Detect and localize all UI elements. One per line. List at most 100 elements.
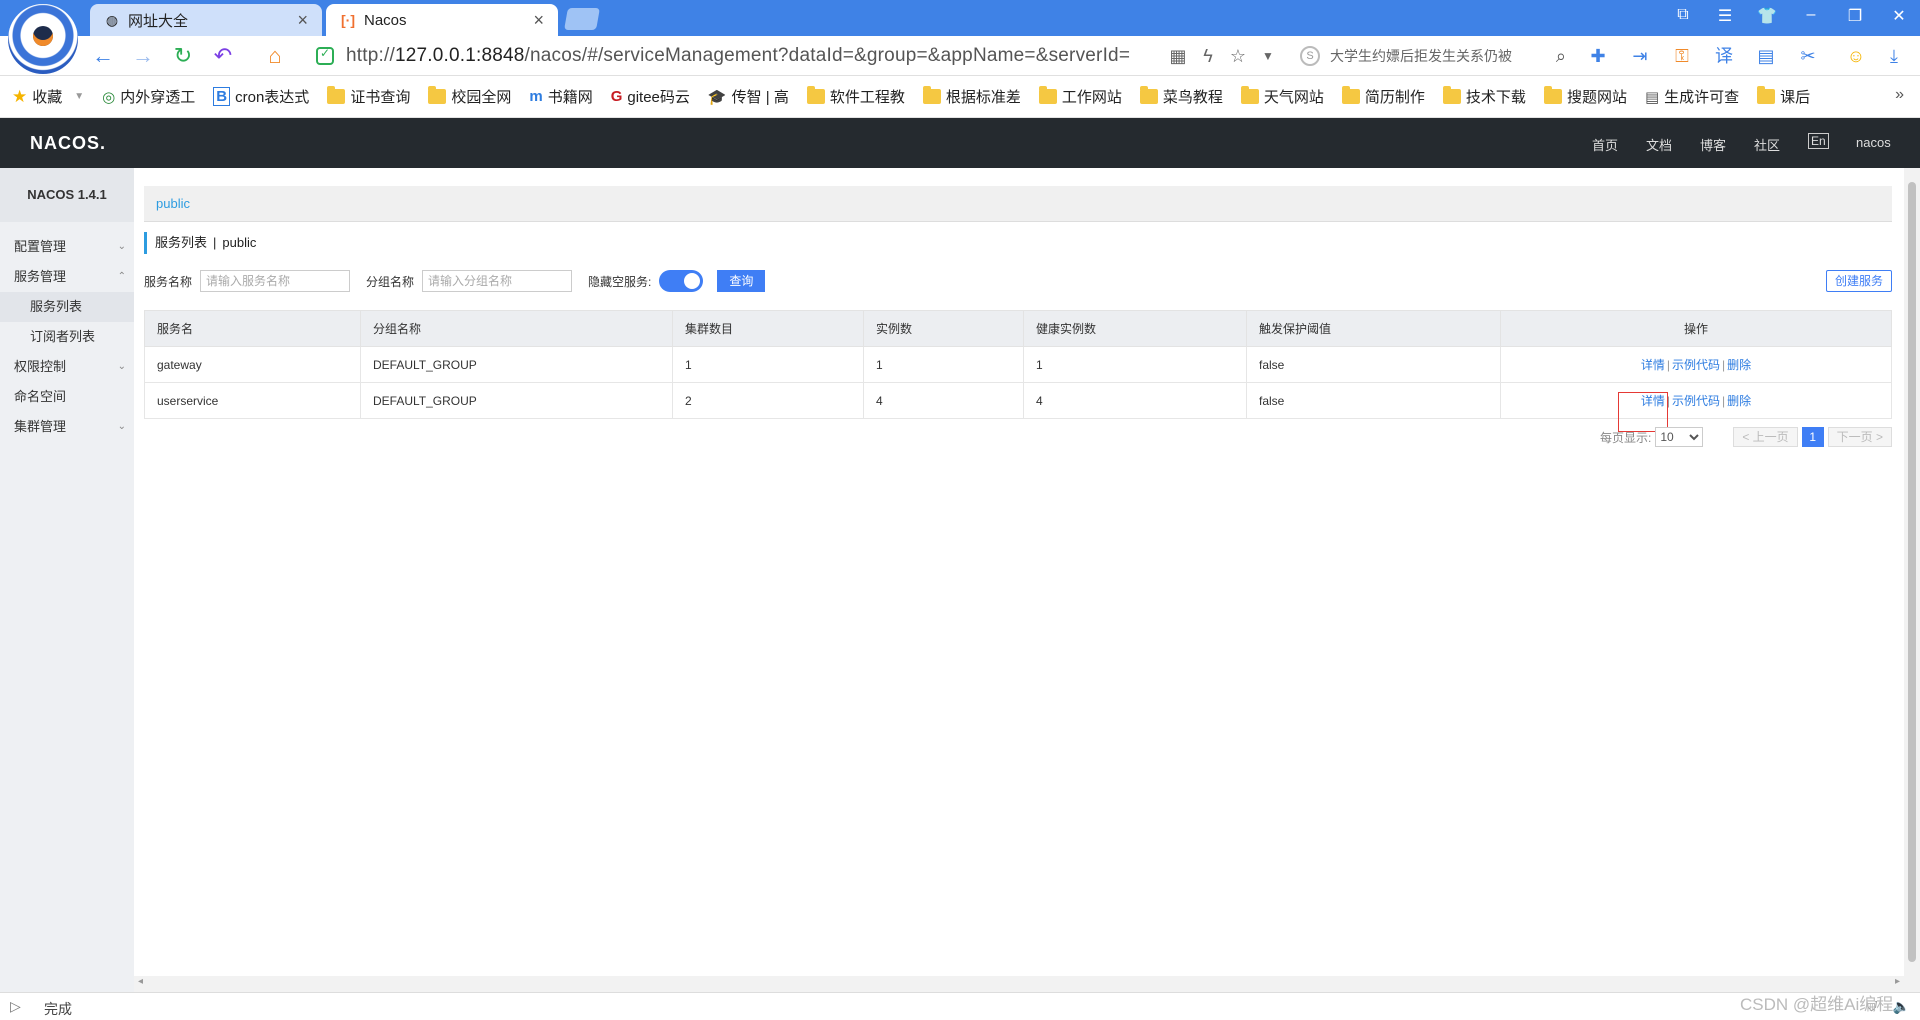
star-icon: ★ — [12, 86, 28, 106]
lightning-icon[interactable]: ϟ — [1196, 44, 1220, 68]
hide-empty-toggle[interactable] — [659, 270, 704, 292]
url-text[interactable]: http://127.0.0.1:8848/nacos/#/serviceMan… — [346, 45, 1166, 67]
sample-code-link[interactable]: 示例代码 — [1672, 394, 1720, 408]
search-engine-icon: S — [1300, 46, 1320, 66]
star-icon[interactable]: ☆ — [1226, 44, 1250, 68]
actions-cell: 详情 | 示例代码 | 删除 — [1500, 382, 1892, 419]
play-icon[interactable]: ▷ — [10, 998, 21, 1015]
bookmark-item[interactable]: Bcron表达式 — [213, 86, 309, 107]
nacos-logo[interactable]: NACOS. — [30, 133, 106, 154]
translate-icon[interactable]: 译 — [1712, 44, 1736, 68]
create-service-button[interactable]: 创建服务 — [1825, 270, 1892, 292]
tab-navigation-site[interactable]: ◍ 网址大全 × — [90, 4, 322, 36]
nav-community[interactable]: 社区 — [1754, 135, 1780, 154]
namespace-link[interactable]: public — [156, 196, 190, 211]
bookmark-item[interactable]: ▤ 生成许可查 — [1645, 86, 1739, 107]
prev-page-button[interactable]: < 上一页 — [1733, 427, 1798, 447]
query-button[interactable]: 查询 — [717, 270, 766, 292]
bookmark-item[interactable]: 天气网站 — [1240, 86, 1324, 107]
qr-code-icon[interactable]: ▦ — [1166, 44, 1190, 68]
back-icon[interactable]: ← — [90, 44, 116, 68]
close-window-icon[interactable]: ✕ — [1884, 6, 1914, 30]
version-label: NACOS 1.4.1 — [0, 168, 134, 222]
service-name-input[interactable] — [200, 270, 351, 292]
login-icon[interactable]: ⇥ — [1628, 44, 1652, 68]
menu-icon[interactable]: ☰ — [1710, 6, 1740, 30]
bookmark-item[interactable]: 工作网站 — [1038, 86, 1122, 107]
sidebar-item-config[interactable]: 配置管理 ⌄ — [0, 232, 134, 262]
nav-docs[interactable]: 文档 — [1646, 135, 1672, 154]
current-namespace: public — [222, 235, 257, 250]
search-input[interactable]: S 大学生约嫖后拒发生关系仍被 ⌕ — [1300, 42, 1566, 70]
restore-icon[interactable]: ❐ — [1840, 6, 1870, 30]
nav-blog[interactable]: 博客 — [1700, 135, 1726, 154]
bookmark-item[interactable]: 根据标准差 — [922, 86, 1021, 107]
current-page-button[interactable]: 1 — [1801, 427, 1824, 447]
skin-icon[interactable]: 👕 — [1752, 6, 1782, 30]
home-icon[interactable]: ⌂ — [262, 44, 288, 68]
sidebar-item-auth[interactable]: 权限控制 ⌄ — [0, 352, 134, 382]
undo-icon[interactable]: ↶ — [210, 44, 236, 68]
scrollbar-thumb[interactable] — [1908, 182, 1916, 962]
bookmark-item[interactable]: 校园全网 — [428, 86, 511, 107]
bookmark-item[interactable]: m 书籍网 — [529, 86, 592, 107]
key-icon[interactable]: ⚿ — [1670, 44, 1694, 68]
bookmark-item[interactable]: ◎ 内外穿透工 — [102, 86, 195, 107]
scissors-icon[interactable]: ✂ — [1796, 44, 1820, 68]
tab-count-icon[interactable]: ⧉ — [1668, 6, 1698, 30]
folder-icon — [1341, 86, 1360, 104]
sidebar-item-subscribers[interactable]: 订阅者列表 — [0, 322, 134, 352]
column-header: 服务名 — [144, 310, 361, 347]
bookmark-item[interactable]: 证书查询 — [327, 86, 410, 107]
puzzle-icon[interactable]: ✚ — [1586, 44, 1610, 68]
group-name-label: 分组名称 — [366, 274, 415, 289]
minimize-icon[interactable]: – — [1796, 6, 1826, 30]
more-bookmarks-icon[interactable]: » — [1895, 86, 1904, 104]
column-header: 触发保护阈值 — [1246, 310, 1501, 347]
bookmark-item[interactable]: 软件工程教 — [806, 86, 905, 107]
bookmark-item[interactable]: Ggitee码云 — [611, 86, 690, 107]
bookmark-item[interactable]: 菜鸟教程 — [1139, 86, 1223, 107]
delete-link[interactable]: 删除 — [1727, 358, 1751, 372]
emoji-icon[interactable]: ☺ — [1844, 44, 1868, 68]
chevron-down-icon: ⌄ — [117, 361, 126, 372]
close-icon[interactable]: × — [533, 10, 544, 31]
browser-logo[interactable] — [8, 4, 78, 74]
page-size-select[interactable]: 10 — [1655, 427, 1704, 447]
service-name-label: 服务名称 — [144, 274, 193, 289]
bookmark-item[interactable]: 搜题网站 — [1543, 86, 1627, 107]
new-tab-button[interactable] — [564, 8, 600, 30]
chevron-down-icon[interactable]: ▼ — [1256, 44, 1280, 68]
bookmark-item[interactable]: 简历制作 — [1341, 86, 1425, 107]
bookmark-item[interactable]: 🎓 传智 | 高 — [708, 86, 789, 107]
search-icon[interactable]: ⌕ — [1556, 46, 1566, 67]
horizontal-scrollbar[interactable] — [134, 976, 1904, 992]
refresh-icon[interactable]: ↻ — [170, 44, 196, 68]
delete-link[interactable]: 删除 — [1727, 394, 1751, 408]
sidebar-item-namespace[interactable]: 命名空间 — [0, 382, 134, 412]
bookmark-item[interactable]: 技术下载 — [1442, 86, 1526, 107]
detail-link[interactable]: 详情 — [1641, 358, 1665, 372]
next-page-button[interactable]: 下一页 > — [1827, 427, 1892, 447]
tab-title: 网址大全 — [128, 12, 189, 30]
detail-link[interactable]: 详情 — [1641, 394, 1665, 408]
sidebar-item-service-list[interactable]: 服务列表 — [0, 292, 134, 322]
group-name-input[interactable] — [422, 270, 573, 292]
bookmark-favorites[interactable]: ★ 收藏 ▼ — [12, 86, 84, 107]
user-menu[interactable]: nacos — [1856, 135, 1891, 150]
column-header: 集群数目 — [672, 310, 864, 347]
nav-home[interactable]: 首页 — [1592, 135, 1618, 154]
bookmark-item[interactable]: 课后 — [1757, 86, 1810, 107]
forward-icon[interactable]: → — [130, 44, 156, 68]
close-icon[interactable]: × — [297, 10, 308, 31]
tab-nacos[interactable]: [·] Nacos × — [326, 4, 558, 36]
language-toggle[interactable]: En — [1808, 133, 1829, 149]
sidebar-item-cluster[interactable]: 集群管理 ⌄ — [0, 412, 134, 442]
sidebar-item-service[interactable]: 服务管理 ⌃ — [0, 262, 134, 292]
reader-icon[interactable]: ▤ — [1754, 44, 1778, 68]
chevron-down-icon[interactable]: ▼ — [74, 91, 84, 102]
vertical-scrollbar[interactable] — [1904, 168, 1920, 992]
healthy-count-cell: 4 — [1023, 382, 1247, 419]
sample-code-link[interactable]: 示例代码 — [1672, 358, 1720, 372]
download-icon[interactable]: ⤓ — [1882, 44, 1906, 68]
